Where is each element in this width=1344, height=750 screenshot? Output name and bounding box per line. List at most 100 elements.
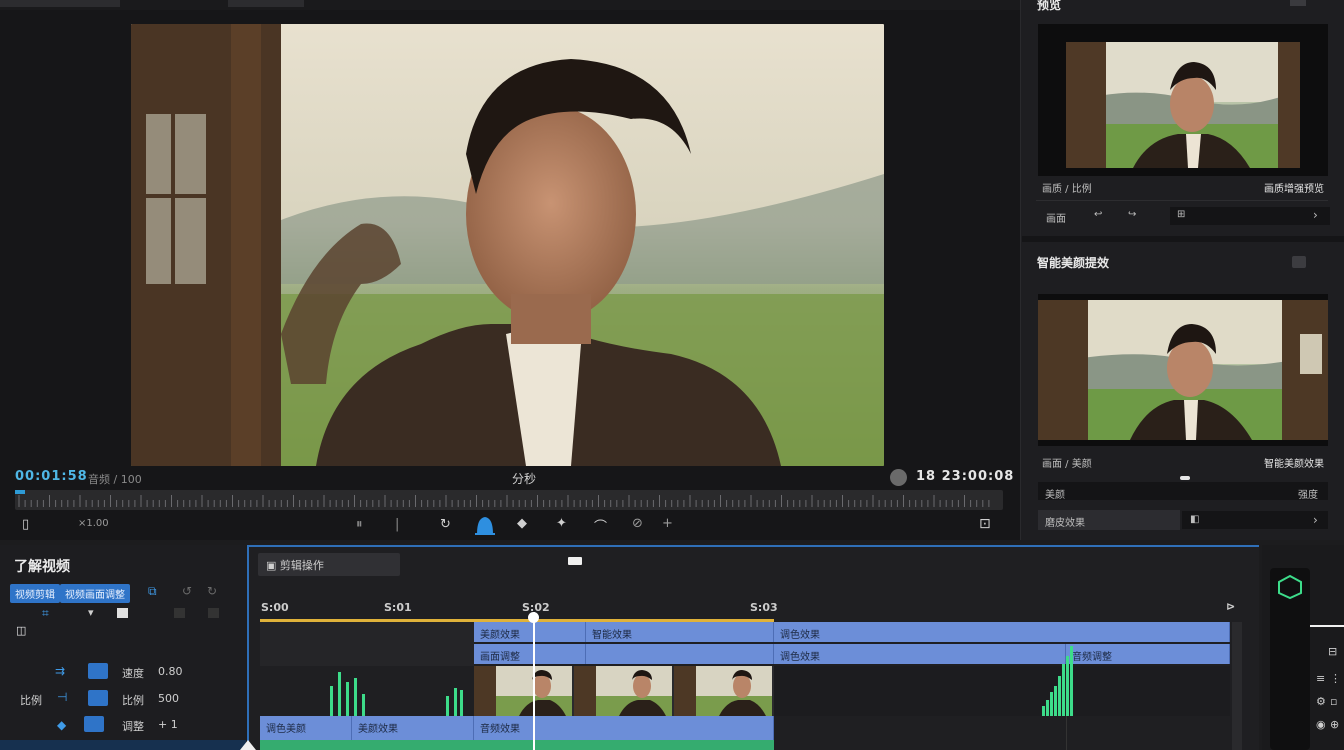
audio-level xyxy=(260,740,774,750)
ratio-row-label: 比例 xyxy=(20,694,42,707)
speed-label: ×1.00 xyxy=(78,518,109,529)
effect-clip[interactable]: 美颜效果 xyxy=(474,622,586,642)
copy-icon[interactable]: ⧉ xyxy=(148,584,157,599)
mask-icon[interactable] xyxy=(473,514,497,536)
divider xyxy=(1310,625,1344,627)
menu-tab[interactable] xyxy=(0,0,120,7)
effects-icon[interactable]: ◆ xyxy=(517,516,527,531)
split-icon[interactable]: | xyxy=(395,517,399,532)
audio-clip[interactable]: 美颜效果 xyxy=(352,716,474,740)
row2-value: 强度 xyxy=(1298,490,1318,501)
clip-label: 音频效果 xyxy=(480,724,520,735)
section-title: 智能美颜提效 xyxy=(1037,256,1110,270)
waveform-bar xyxy=(338,672,341,716)
extra-icon[interactable]: ⊕ xyxy=(1330,718,1339,731)
row1-field[interactable] xyxy=(1170,207,1330,225)
panel-option-button[interactable] xyxy=(1292,256,1306,268)
fullscreen-icon[interactable]: ⊡ xyxy=(979,516,991,532)
toggle-square[interactable] xyxy=(208,608,219,618)
marker-icon[interactable] xyxy=(568,557,582,565)
row2-label: 美颜 xyxy=(1045,490,1065,501)
stop-icon[interactable]: ▯ xyxy=(22,517,29,532)
disable-icon[interactable]: ⊘ xyxy=(632,516,643,531)
more-icon[interactable]: ▫ xyxy=(1330,695,1337,708)
grid-icon[interactable]: ⊞ xyxy=(1177,209,1185,220)
filter-icon[interactable]: ⌗ xyxy=(42,606,49,621)
record-button[interactable] xyxy=(890,469,907,486)
panel-menu-button[interactable] xyxy=(1290,0,1306,6)
adjust-icon[interactable]: ◆ xyxy=(57,718,66,732)
ratio-keyframe[interactable] xyxy=(88,690,108,706)
zoom-icon[interactable]: ⊳ xyxy=(1226,600,1235,613)
hexagon-icon[interactable] xyxy=(1276,574,1304,600)
undo-icon[interactable]: ↩ xyxy=(1094,209,1102,220)
timeline-tab-label: 剪辑操作 xyxy=(279,559,324,572)
speed-icon[interactable]: ⇉ xyxy=(55,664,65,678)
adjust-keyframe[interactable] xyxy=(84,716,104,732)
adjust-value[interactable]: + 1 xyxy=(158,718,178,731)
curve-icon[interactable]: ⌒ xyxy=(594,516,607,535)
waveform-bar xyxy=(1050,692,1053,716)
menu-icon[interactable]: ⋮ xyxy=(1330,672,1341,685)
layout-icon[interactable]: ◧ xyxy=(1190,514,1199,525)
redo-icon[interactable]: ↪ xyxy=(1128,209,1136,220)
menu-tab[interactable] xyxy=(228,0,304,7)
audio-clip[interactable]: 调色美颜 xyxy=(260,716,352,740)
timecode-current: 00:01:58 xyxy=(15,469,88,484)
chevron-right-icon[interactable]: › xyxy=(1313,208,1318,222)
slider-handle[interactable] xyxy=(1180,476,1190,480)
timeline-tab[interactable]: ▣ 剪辑操作 xyxy=(258,553,400,576)
speed-keyframe[interactable] xyxy=(88,663,108,679)
timecode-total: 18 23:00:08 xyxy=(916,469,1015,484)
add-icon[interactable]: + xyxy=(662,516,673,531)
link-icon[interactable]: ↺ xyxy=(182,584,192,598)
time-mark: S:01 xyxy=(384,601,412,614)
waveform-bar xyxy=(1062,664,1065,716)
tab-video-edit[interactable]: 视频剪辑 xyxy=(10,584,60,603)
lock-icon[interactable]: ⊟ xyxy=(1328,645,1337,658)
eye-icon[interactable]: ◉ xyxy=(1316,718,1326,731)
chevron-right-icon[interactable]: › xyxy=(1313,513,1318,527)
preview-thumbnail-1[interactable] xyxy=(1038,24,1328,176)
playhead-handle[interactable] xyxy=(528,612,539,623)
playhead[interactable] xyxy=(533,612,535,750)
sparkle-icon[interactable]: ✦ xyxy=(556,516,567,531)
preview-image-1 xyxy=(1066,42,1300,168)
preview1-caption-right: 画质增强预览 xyxy=(1264,184,1324,195)
preview2-caption-left: 画面 / 美颜 xyxy=(1042,459,1092,470)
row3-extra[interactable] xyxy=(1182,511,1328,529)
toggle-square[interactable] xyxy=(117,608,128,618)
preview-thumbnail-2[interactable] xyxy=(1038,294,1328,446)
keyframe-icon[interactable]: ◫ xyxy=(16,624,26,637)
ratio-icon[interactable]: ⊣ xyxy=(57,690,67,704)
video-frame[interactable] xyxy=(131,24,884,466)
reset-icon[interactable]: ↻ xyxy=(207,584,217,598)
timecode-sub: 音频 / 100 xyxy=(88,473,142,486)
audio-clip[interactable]: 音频效果 xyxy=(474,716,774,740)
toggle-square[interactable] xyxy=(174,608,185,618)
preview2-caption-right: 智能美颜效果 xyxy=(1264,459,1324,470)
center-label: 分秒 xyxy=(512,472,537,486)
in-point-icon[interactable] xyxy=(240,740,256,750)
list-icon[interactable]: ≡ xyxy=(1316,672,1325,685)
tab-video-adjust[interactable]: 视频画面调整 xyxy=(60,584,130,603)
waveform-bar xyxy=(460,690,463,716)
tab-icon: ▣ xyxy=(266,559,280,572)
waveform-bar xyxy=(1066,656,1069,716)
waveform-bar xyxy=(1054,686,1057,716)
divider xyxy=(1036,200,1328,201)
clip-label: 调色美颜 xyxy=(266,724,306,735)
timeline-scrollbar[interactable] xyxy=(1232,622,1242,750)
row2-field[interactable] xyxy=(1038,482,1328,500)
effect-clip[interactable]: 智能效果 xyxy=(586,622,774,642)
rotate-icon[interactable]: ↻ xyxy=(440,517,451,532)
ratio-value[interactable]: 500 xyxy=(158,692,179,705)
effect-clip[interactable]: 调色效果 xyxy=(774,622,1230,642)
waveform-bar xyxy=(454,688,457,716)
mode-label: ▾ xyxy=(88,606,94,619)
speed-value[interactable]: 0.80 xyxy=(158,665,183,678)
prev-frame-icon[interactable]: ⏸ xyxy=(356,517,363,532)
adjust-label: 调整 xyxy=(122,720,144,733)
gear-icon[interactable]: ⚙ xyxy=(1316,695,1326,708)
speed-label: 速度 xyxy=(122,667,144,680)
